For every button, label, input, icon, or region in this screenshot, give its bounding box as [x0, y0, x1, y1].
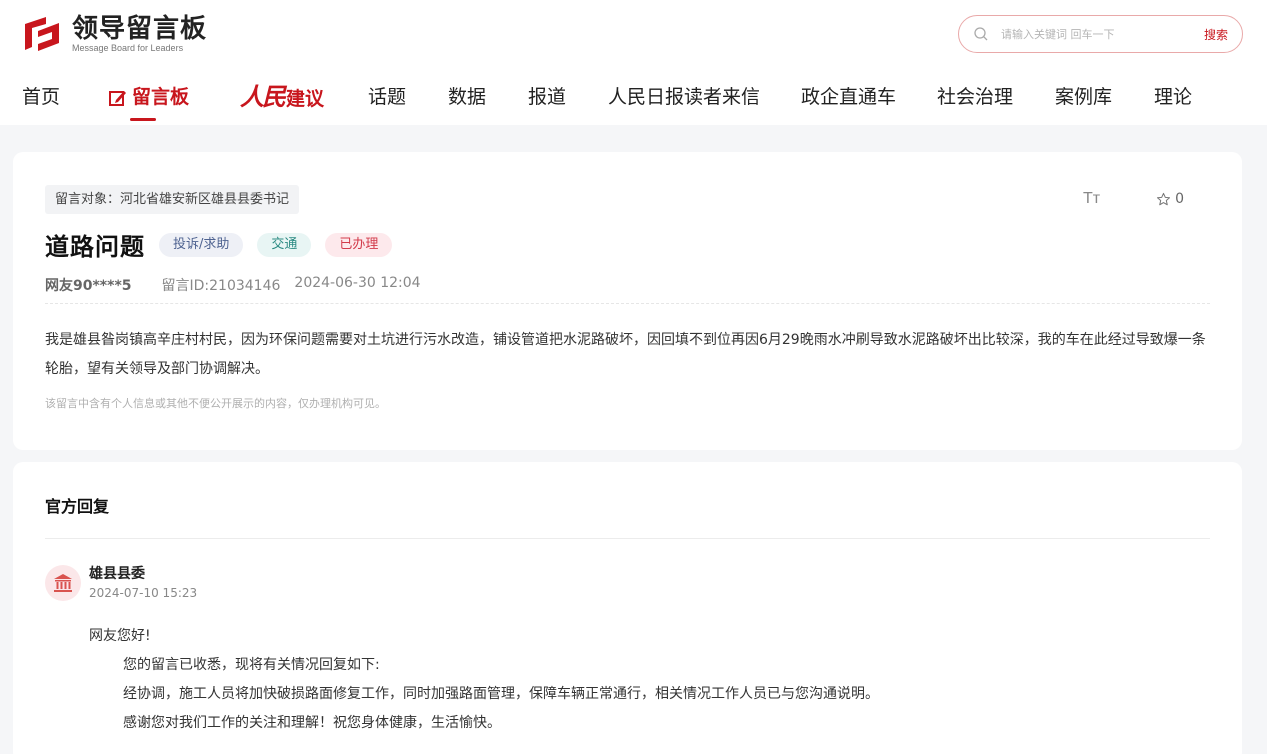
- nav-item-reports[interactable]: 报道: [528, 78, 566, 118]
- favorite-count: 0: [1175, 191, 1184, 207]
- search-input[interactable]: [1001, 27, 1181, 41]
- favorite-button[interactable]: 0: [1156, 191, 1184, 207]
- nav-item-label: 建议: [286, 88, 325, 110]
- nav-item-home[interactable]: 首页: [22, 78, 60, 118]
- reply-greeting: 网友您好!: [89, 628, 151, 644]
- search-button[interactable]: 搜索: [1204, 26, 1228, 43]
- nav-item-topics[interactable]: 话题: [368, 78, 406, 118]
- reply-datetime: 2024-07-10 15:23: [89, 586, 198, 600]
- edit-icon: [109, 90, 126, 106]
- privacy-notice: 该留言中含有个人信息或其他不便公开展示的内容，仅办理机构可见。: [45, 397, 386, 410]
- reply-org: 雄县县委: [89, 566, 145, 582]
- logo-title: 领导留言板: [72, 13, 208, 44]
- reply-line: 感谢您对我们工作的关注和理解！祝您身体健康，生活愉快。: [123, 715, 501, 731]
- nav-item-label: 留言板: [132, 86, 190, 108]
- nav-item-enterprise[interactable]: 政企直通车: [801, 78, 896, 118]
- reply-heading: 官方回复: [45, 497, 110, 516]
- tag-field[interactable]: 交通: [257, 232, 312, 257]
- tag-category[interactable]: 投诉/求助: [159, 232, 244, 257]
- message-meta: 网友90****5 留言ID:21034146 2024-06-30 12:04: [45, 275, 421, 295]
- nav-item-cases[interactable]: 案例库: [1055, 78, 1112, 118]
- nav-item-theory[interactable]: 理论: [1154, 78, 1192, 118]
- message-tools: Tт 0: [1083, 190, 1184, 208]
- divider: [45, 303, 1210, 304]
- author-name: 网友90****5: [45, 278, 132, 294]
- site-header: 领导留言板 Message Board for Leaders 搜索 首页 留言…: [0, 0, 1267, 125]
- government-building-icon: [54, 574, 72, 592]
- message-title: 道路问题: [45, 233, 145, 261]
- logo-subtitle: Message Board for Leaders: [72, 42, 184, 53]
- message-datetime: 2024-06-30 12:04: [294, 275, 421, 291]
- message-target: 留言对象：河北省雄安新区雄县县委书记: [45, 185, 300, 214]
- site-logo[interactable]: 领导留言板 Message Board for Leaders: [22, 14, 207, 54]
- reply-body: 网友您好! 您的留言已收悉，现将有关情况回复如下: 经协调，施工人员将加快破损路…: [89, 622, 879, 738]
- nav-item-reader-letters[interactable]: 人民日报读者来信: [608, 78, 760, 118]
- logo-mark-icon: [22, 14, 62, 54]
- search-box: 搜索: [958, 15, 1243, 53]
- divider: [45, 538, 1210, 539]
- status-badge: 已办理: [325, 232, 393, 257]
- reply-card: 官方回复 雄县县委 2024-07-10 15:23 网友您好! 您的留言已收悉…: [13, 462, 1242, 754]
- reply-line: 您的留言已收悉，现将有关情况回复如下:: [123, 657, 380, 673]
- reply-line: 经协调，施工人员将加快破损路面修复工作，同时加强路面管理，保障车辆正常通行，相关…: [123, 686, 879, 702]
- message-content: 我是雄县昝岗镇高辛庄村村民，因为环保问题需要对土坑进行污水改造，铺设管道把水泥路…: [45, 332, 1206, 377]
- avatar: [45, 565, 81, 601]
- star-icon: [1157, 192, 1171, 205]
- search-icon[interactable]: [973, 26, 989, 42]
- nav-item-message-board[interactable]: 留言板: [108, 78, 190, 121]
- font-size-toggle[interactable]: Tт: [1083, 190, 1100, 208]
- nav-item-suggestion[interactable]: 人民 建议: [240, 78, 324, 118]
- main-nav: 首页 留言板 人民 建议 话题 数据 报道 人民日报读者来信 政企直通车 社会治理…: [0, 78, 1267, 121]
- message-id: 留言ID:21034146: [161, 278, 281, 294]
- message-card: 留言对象：河北省雄安新区雄县县委书记 Tт 0 道路问题 投诉/求助 交通 已办…: [13, 152, 1242, 450]
- nav-item-data[interactable]: 数据: [448, 78, 486, 118]
- nav-item-governance[interactable]: 社会治理: [937, 78, 1013, 118]
- nav-item-script-label: 人民: [240, 82, 286, 111]
